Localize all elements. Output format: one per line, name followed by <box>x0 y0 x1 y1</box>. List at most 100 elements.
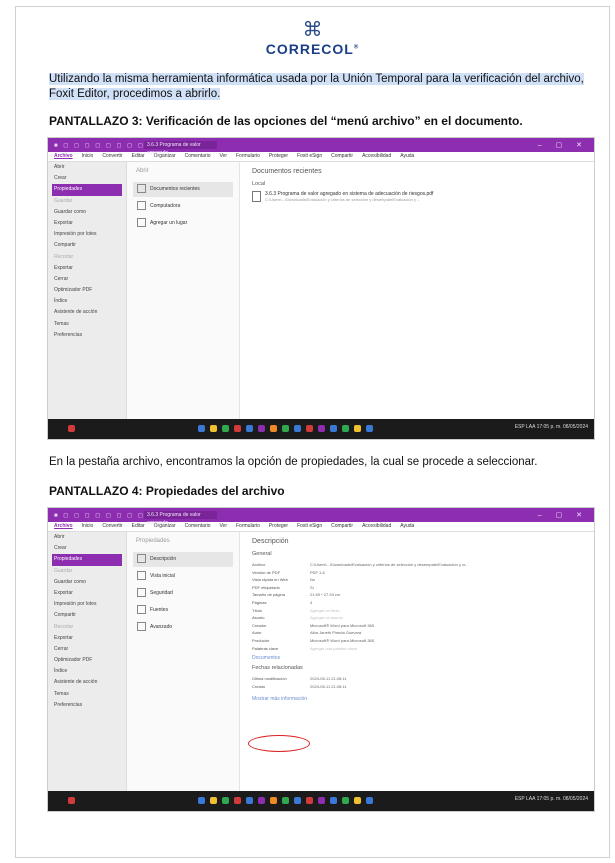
sidebar-item[interactable]: Compartir <box>48 240 126 251</box>
menu-item[interactable]: Compartir <box>331 522 353 531</box>
sidebar-item[interactable]: Exportar <box>48 588 126 599</box>
taskbar-app-icon[interactable] <box>258 797 265 804</box>
option-item[interactable]: Computadora <box>133 199 233 214</box>
taskbar-app-icon[interactable] <box>306 425 313 432</box>
menu-item[interactable]: Editar <box>132 152 145 161</box>
taskbar-app-icon[interactable] <box>366 425 373 432</box>
taskbar-app-icon[interactable] <box>210 797 217 804</box>
menu-item[interactable]: Formulario <box>236 152 260 161</box>
taskbar-app-icon[interactable] <box>294 797 301 804</box>
menu-item[interactable]: Proteger <box>269 522 288 531</box>
sidebar-item[interactable]: Abrir <box>48 532 126 543</box>
sidebar-item[interactable]: Abrir <box>48 162 126 173</box>
sidebar-item[interactable]: Exportar <box>48 218 126 229</box>
sidebar-item[interactable]: Índice <box>48 666 126 677</box>
sidebar-item[interactable]: Guardar <box>48 196 126 207</box>
option-item[interactable]: Seguridad <box>133 586 233 601</box>
menu-item[interactable]: Archivo <box>54 522 73 531</box>
taskbar-app-icon[interactable] <box>246 425 253 432</box>
sidebar-item[interactable]: Impresión por lotes <box>48 599 126 610</box>
sidebar-item[interactable]: Temas <box>48 319 126 330</box>
start-icon[interactable] <box>68 425 75 432</box>
taskbar-app-icon[interactable] <box>258 425 265 432</box>
taskbar-app-icon[interactable] <box>282 425 289 432</box>
taskbar-app-icon[interactable] <box>330 797 337 804</box>
taskbar-app-icon[interactable] <box>222 425 229 432</box>
sidebar-item[interactable]: Crear <box>48 543 126 554</box>
taskbar-app-icon[interactable] <box>210 425 217 432</box>
taskbar-app-icon[interactable] <box>294 425 301 432</box>
sidebar-item[interactable]: Compartir <box>48 610 126 621</box>
sidebar-item[interactable]: Exportar <box>48 633 126 644</box>
sidebar-item[interactable]: Cerrar <box>48 644 126 655</box>
taskbar-app-icon[interactable] <box>354 797 361 804</box>
menu-item[interactable]: Ayuda <box>400 152 414 161</box>
heading-pantallazo-3: PANTALLAZO 3: Verificación de las opcion… <box>49 114 523 128</box>
menu-item[interactable]: Formulario <box>236 522 260 531</box>
sidebar-item[interactable]: Asistente de acción <box>48 307 126 318</box>
taskbar-app-icon[interactable] <box>342 425 349 432</box>
option-item[interactable]: Agregar un lugar <box>133 216 233 231</box>
taskbar-app-icon[interactable] <box>342 797 349 804</box>
taskbar-app-icon[interactable] <box>270 797 277 804</box>
screenshot-menu-archivo: ■ ◻ ◻ ◻ ◻ ◻ ◻ ◻ ◻ 3.6.3 Programa de valo… <box>47 137 595 440</box>
menu-item[interactable]: Accesibilidad <box>362 522 391 531</box>
menu-item[interactable]: Accesibilidad <box>362 152 391 161</box>
taskbar-app-icon[interactable] <box>270 425 277 432</box>
sidebar-item[interactable]: Propiedades <box>52 184 122 196</box>
sidebar-item[interactable]: Guardar como <box>48 207 126 218</box>
taskbar-app-icon[interactable] <box>354 425 361 432</box>
start-icon[interactable] <box>68 797 75 804</box>
sidebar-item[interactable]: Asistente de acción <box>48 677 126 688</box>
sidebar-item[interactable]: Preferencias <box>48 700 126 711</box>
option-item[interactable]: Avanzado <box>133 620 233 635</box>
menu-item[interactable]: Inicio <box>82 152 94 161</box>
menu-item[interactable]: Proteger <box>269 152 288 161</box>
menu-item[interactable]: Convertir <box>102 152 122 161</box>
menu-item[interactable]: Ver <box>219 152 227 161</box>
sidebar-item[interactable]: Guardar <box>48 566 126 577</box>
sidebar-item[interactable]: Recortar <box>48 622 126 633</box>
menu-item[interactable]: Archivo <box>54 152 73 161</box>
sidebar-item[interactable]: Preferencias <box>48 330 126 341</box>
option-item[interactable]: Descripción <box>133 552 233 567</box>
option-item[interactable]: Documentos recientes <box>133 182 233 197</box>
sidebar-item[interactable]: Propiedades <box>52 554 122 566</box>
sidebar-item[interactable]: Optimizador PDF <box>48 655 126 666</box>
menu-item[interactable]: Editar <box>132 522 145 531</box>
taskbar-app-icon[interactable] <box>246 797 253 804</box>
menu-item[interactable]: Inicio <box>82 522 94 531</box>
taskbar-app-icon[interactable] <box>366 797 373 804</box>
menu-item[interactable]: Convertir <box>102 522 122 531</box>
sidebar-item[interactable]: Crear <box>48 173 126 184</box>
option-item[interactable]: Vista inicial <box>133 569 233 584</box>
sidebar-item[interactable]: Índice <box>48 296 126 307</box>
menu-item[interactable]: Ver <box>219 522 227 531</box>
menu-item[interactable]: Ayuda <box>400 522 414 531</box>
taskbar-app-icon[interactable] <box>330 425 337 432</box>
taskbar-app-icon[interactable] <box>198 425 205 432</box>
taskbar-app-icon[interactable] <box>306 797 313 804</box>
sidebar-item[interactable]: Exportar <box>48 263 126 274</box>
menu-item[interactable]: Compartir <box>331 152 353 161</box>
taskbar-app-icon[interactable] <box>234 425 241 432</box>
sidebar-item[interactable]: Recortar <box>48 252 126 263</box>
sidebar-item[interactable]: Temas <box>48 689 126 700</box>
menu-item[interactable]: Comentario <box>185 152 211 161</box>
taskbar-app-icon[interactable] <box>318 797 325 804</box>
taskbar-app-icon[interactable] <box>318 425 325 432</box>
sidebar-item[interactable]: Guardar como <box>48 577 126 588</box>
option-icon <box>137 588 146 598</box>
menu-item[interactable]: Foxit eSign <box>297 152 322 161</box>
taskbar-app-icon[interactable] <box>234 797 241 804</box>
option-item[interactable]: Fuentes <box>133 603 233 618</box>
show-more-info-link: Mostrar más información <box>252 696 308 703</box>
menu-item[interactable]: Comentario <box>185 522 211 531</box>
sidebar-item[interactable]: Optimizador PDF <box>48 285 126 296</box>
sidebar-item[interactable]: Cerrar <box>48 274 126 285</box>
taskbar-app-icon[interactable] <box>198 797 205 804</box>
taskbar-app-icon[interactable] <box>282 797 289 804</box>
menu-item[interactable]: Foxit eSign <box>297 522 322 531</box>
taskbar-app-icon[interactable] <box>222 797 229 804</box>
sidebar-item[interactable]: Impresión por lotes <box>48 229 126 240</box>
